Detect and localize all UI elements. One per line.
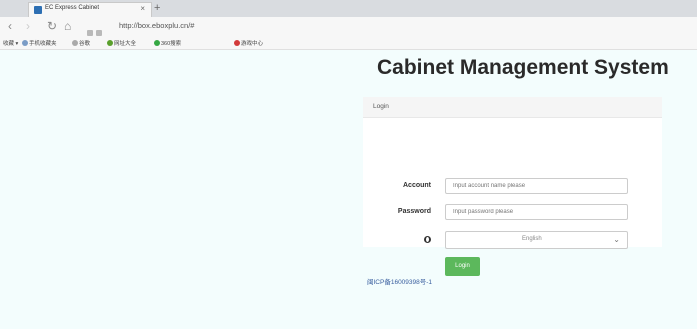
chevron-down-icon: ⌄ [613, 235, 620, 244]
back-button[interactable]: ‹ [8, 19, 12, 33]
forward-button[interactable]: › [26, 19, 30, 33]
browser-toolbar: ‹ › ↻ ⌂ http://box.eboxplu.cn/# [0, 17, 697, 36]
login-button[interactable]: Login [445, 257, 480, 276]
account-input[interactable] [445, 178, 628, 194]
home-button[interactable]: ⌂ [64, 19, 71, 33]
bookmarks-bar: 收藏 ▾ 手机收藏夹 谷歌 网址大全 360搜索 游戏中心 [0, 36, 697, 50]
language-selected-value: English [522, 236, 542, 242]
address-security-icon [87, 23, 115, 36]
language-select[interactable]: English ⌄ [445, 231, 628, 249]
account-label: Account [403, 182, 431, 189]
address-bar[interactable]: http://box.eboxplu.cn/# [119, 21, 194, 30]
refresh-button[interactable]: ↻ [47, 19, 57, 33]
new-tab-button[interactable]: + [154, 2, 160, 14]
bookmark-item[interactable]: 网址大全 [107, 39, 136, 47]
bookmark-item[interactable]: 收藏 ▾ [3, 39, 18, 47]
login-panel: Login [363, 97, 662, 247]
login-panel-header: Login [363, 97, 662, 118]
tab-title: EC Express Cabinet [45, 5, 100, 11]
browser-tab[interactable]: EC Express Cabinet × [28, 2, 152, 17]
password-input[interactable] [445, 204, 628, 220]
globe-icon [424, 236, 431, 243]
bookmark-item[interactable]: 谷歌 [72, 39, 90, 47]
page-title: Cabinet Management System [377, 56, 669, 79]
bookmark-item[interactable]: 游戏中心 [234, 39, 263, 47]
favicon-icon [34, 6, 42, 14]
browser-tab-bar: EC Express Cabinet × + [0, 0, 697, 17]
tab-close-icon[interactable]: × [140, 4, 145, 14]
bookmark-item[interactable]: 360搜索 [154, 39, 181, 47]
bookmark-item[interactable]: 手机收藏夹 [22, 39, 57, 47]
password-label: Password [397, 208, 431, 215]
icp-footer-link[interactable]: 闽ICP备16009398号-1 [367, 276, 432, 286]
login-panel-title: Login [373, 103, 389, 110]
